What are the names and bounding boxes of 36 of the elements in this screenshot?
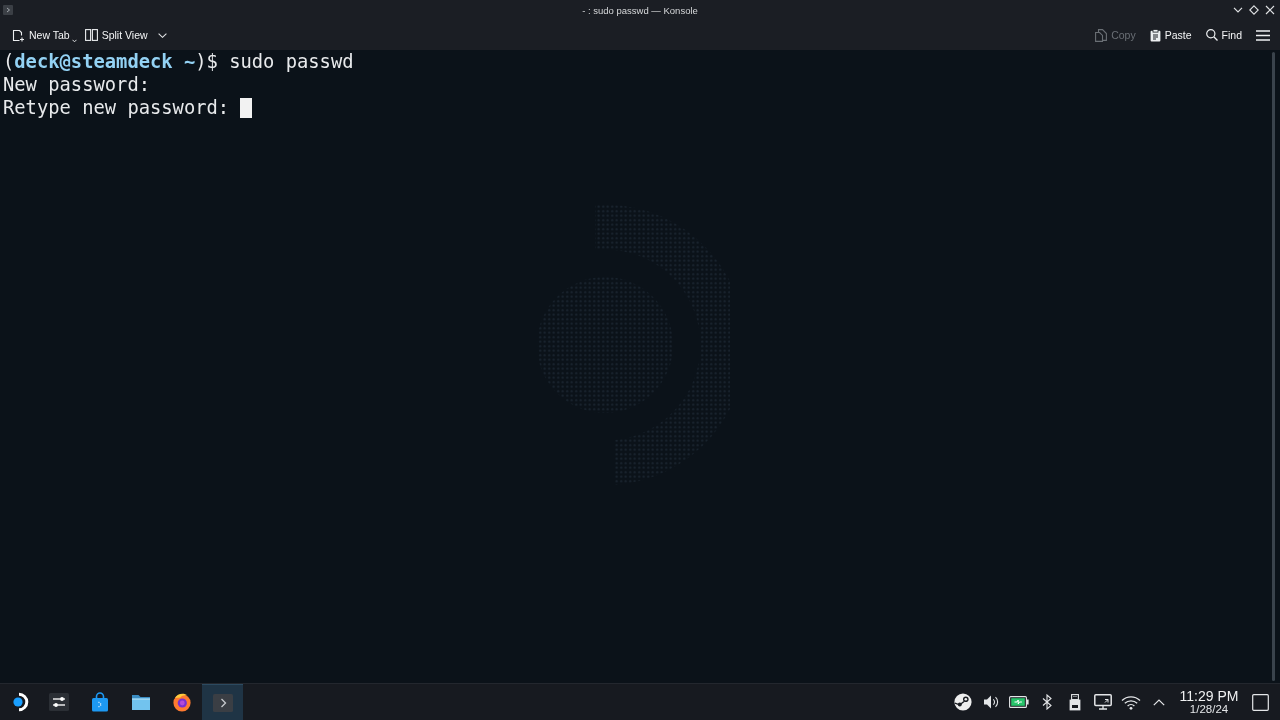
usb-drive-icon[interactable] — [1069, 693, 1081, 711]
close-icon[interactable] — [1265, 5, 1275, 15]
clipboard-icon — [1149, 28, 1161, 42]
paste-button[interactable]: Paste — [1145, 25, 1196, 45]
terminal-line: (deck@steamdeck ~)$ sudo passwd — [3, 50, 354, 73]
volume-icon[interactable] — [983, 694, 999, 710]
app-icon — [3, 5, 13, 15]
dropdown-indicator-icon — [71, 38, 77, 43]
show-desktop-icon[interactable] — [1252, 693, 1269, 711]
fox-globe-icon — [171, 692, 192, 712]
folder-icon — [130, 693, 151, 711]
copy-icon — [1095, 28, 1108, 42]
menu-icon[interactable] — [1256, 29, 1270, 41]
wifi-icon[interactable] — [1121, 694, 1141, 710]
terminal-line: New password: — [3, 73, 150, 96]
chevron-up-icon[interactable] — [1153, 698, 1165, 706]
terminal-line: Retype new password: — [3, 96, 230, 119]
find-button[interactable]: Find — [1201, 26, 1246, 44]
clock-date[interactable]: 1/28/24 — [1189, 703, 1229, 716]
monitor-icon[interactable] — [1094, 694, 1112, 710]
terminal-icon — [212, 693, 233, 712]
minimize-icon[interactable] — [1233, 7, 1243, 13]
sliders-icon — [48, 693, 69, 711]
new-tab-button[interactable]: New Tab — [8, 25, 81, 45]
maximize-icon[interactable] — [1249, 5, 1259, 15]
search-icon — [1205, 29, 1218, 41]
bag-icon — [90, 692, 109, 712]
game-client-icon[interactable] — [954, 693, 972, 711]
split-view-button[interactable]: Split View — [80, 26, 171, 44]
bluetooth-icon[interactable] — [1042, 694, 1052, 710]
window-title: - : sudo passwd — Konsole — [582, 4, 698, 16]
chevron-down-icon — [157, 32, 167, 38]
clock-time[interactable]: 11:29 PM — [1179, 688, 1239, 703]
battery-icon[interactable] — [1009, 696, 1029, 708]
columns-icon — [84, 29, 98, 41]
tab-plus-icon — [12, 28, 25, 42]
